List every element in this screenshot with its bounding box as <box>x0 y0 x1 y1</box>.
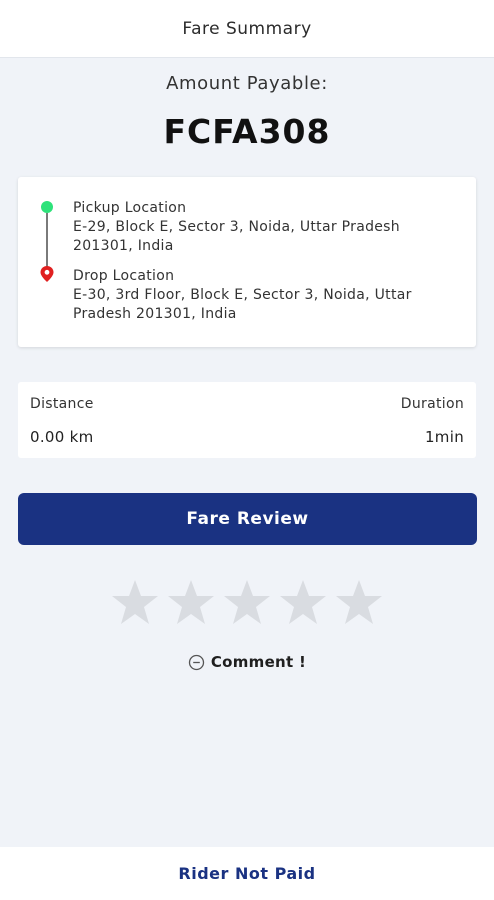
amount-payable-label: Amount Payable: <box>166 73 328 94</box>
distance-label: Distance <box>30 396 94 412</box>
location-card: Pickup Location E-29, Block E, Sector 3,… <box>18 177 476 347</box>
trip-details-card: Distance Duration 0.00 km 1min <box>18 382 476 458</box>
drop-location-title: Drop Location <box>73 268 175 284</box>
star-rating <box>0 578 494 628</box>
drop-location: Drop Location E-30, 3rd Floor, Block E, … <box>73 267 453 324</box>
chat-bubble-icon <box>188 654 205 671</box>
pickup-location-address: E-29, Block E, Sector 3, Noida, Uttar Pr… <box>73 219 400 254</box>
star-icon-1[interactable] <box>110 578 160 626</box>
pickup-location-title: Pickup Location <box>73 200 187 216</box>
comment-button[interactable]: Comment ! <box>0 653 494 671</box>
pickup-marker-icon <box>41 201 53 213</box>
pickup-location: Pickup Location E-29, Block E, Sector 3,… <box>73 199 453 256</box>
fare-summary-screen: Fare Summary Amount Payable: FCFA308 Pic… <box>0 0 494 900</box>
star-icon-2[interactable] <box>166 578 216 626</box>
fare-review-button[interactable]: Fare Review <box>18 493 477 545</box>
page-title: Fare Summary <box>182 18 312 39</box>
duration-label: Duration <box>400 396 464 412</box>
distance-value: 0.00 km <box>30 428 94 446</box>
comment-label: Comment ! <box>210 653 307 671</box>
drop-location-address: E-30, 3rd Floor, Block E, Sector 3, Noid… <box>73 287 412 322</box>
star-icon-3[interactable] <box>222 578 272 626</box>
rider-not-paid-button[interactable]: Rider Not Paid <box>178 864 315 883</box>
footer-bar[interactable]: Rider Not Paid <box>0 847 494 900</box>
route-line <box>46 213 48 267</box>
duration-value: 1min <box>424 428 464 446</box>
amount-payable-value: FCFA308 <box>163 112 331 151</box>
header-bar: Fare Summary <box>0 0 494 58</box>
star-icon-5[interactable] <box>334 578 384 626</box>
drop-pin-icon <box>40 266 54 282</box>
star-icon-4[interactable] <box>278 578 328 626</box>
